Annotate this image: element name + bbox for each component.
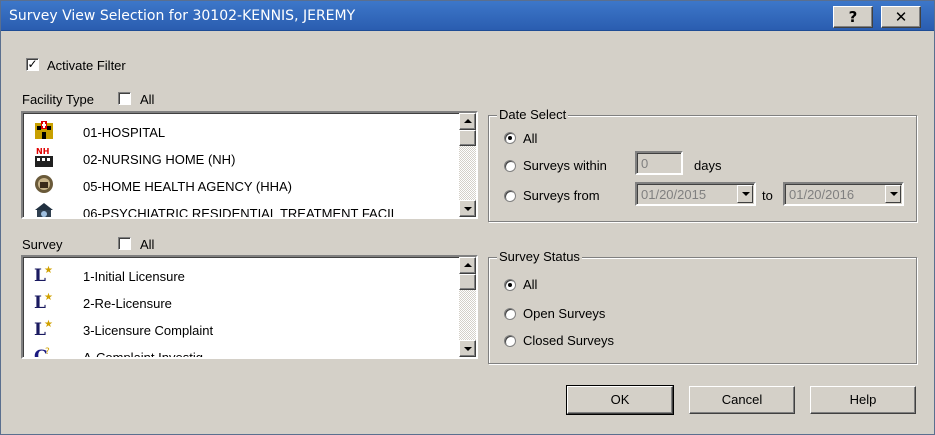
date-select-title: Date Select: [497, 107, 569, 122]
dialog-window: Survey View Selection for 30102-KENNIS, …: [0, 0, 935, 435]
open-surveys-label: Open Surveys: [523, 306, 606, 321]
survey-item-label: A-Complaint Investig.: [83, 350, 207, 359]
facility-type-list[interactable]: 01-HOSPITAL NH 02-NURSING HOME (NH) 05-H…: [21, 111, 478, 219]
hospital-icon: [35, 121, 53, 139]
home-health-icon: [35, 175, 53, 193]
days-label: days: [694, 158, 722, 173]
cancel-button[interactable]: Cancel: [689, 386, 795, 414]
licensure-icon: L ★: [34, 319, 53, 339]
survey-status-group: Survey Status All Open Surveys Closed Su…: [488, 249, 917, 364]
svg-text:?: ?: [45, 347, 50, 357]
to-label: to: [762, 188, 773, 203]
surveys-from-radio[interactable]: [504, 190, 516, 202]
nursing-home-icon: NH: [35, 147, 53, 167]
help-title-button[interactable]: ?: [833, 6, 873, 28]
list-item[interactable]: 06-PSYCHIATRIC RESIDENTIAL TREATMENT FAC…: [33, 200, 453, 219]
scroll-up-button[interactable]: [459, 257, 476, 274]
to-date-dropdown[interactable]: 01/20/2016: [783, 182, 904, 206]
activate-filter-checkbox[interactable]: ✓: [26, 58, 39, 71]
date-all-label: All: [523, 131, 538, 146]
closed-surveys-radio[interactable]: [504, 335, 516, 347]
survey-status-title: Survey Status: [497, 249, 582, 264]
facility-list-scrollbar[interactable]: [459, 113, 476, 217]
survey-item-label: 1-Initial Licensure: [83, 269, 185, 284]
facility-item-label: 02-NURSING HOME (NH): [83, 152, 236, 167]
svg-text:★: ★: [44, 319, 53, 330]
list-item[interactable]: L ★ 3-Licensure Complaint: [33, 317, 453, 345]
scroll-down-button[interactable]: [459, 200, 476, 217]
date-select-group: Date Select All Surveys within 0 days Su…: [488, 107, 917, 222]
facility-all-label: All: [140, 92, 155, 107]
facility-type-label: Facility Type: [22, 92, 95, 107]
survey-label: Survey: [22, 237, 63, 252]
close-button[interactable]: ✕: [881, 6, 921, 28]
svg-text:★: ★: [44, 265, 53, 276]
window-title: Survey View Selection for 30102-KENNIS, …: [9, 8, 356, 24]
survey-all-label: All: [140, 237, 155, 252]
chevron-down-icon[interactable]: [737, 185, 753, 203]
list-item[interactable]: C ? A-Complaint Investig.: [33, 344, 453, 359]
from-date-value: 01/20/2015: [641, 187, 707, 202]
facility-item-label: 06-PSYCHIATRIC RESIDENTIAL TREATMENT FAC…: [83, 206, 398, 219]
survey-list-scrollbar[interactable]: [459, 257, 476, 357]
facility-item-label: 01-HOSPITAL: [83, 125, 166, 140]
to-date-value: 01/20/2016: [789, 187, 855, 202]
closed-surveys-label: Closed Surveys: [523, 333, 615, 348]
facility-item-label: 05-HOME HEALTH AGENCY (HHA): [83, 179, 293, 194]
scroll-thumb[interactable]: [459, 274, 476, 290]
scroll-down-button[interactable]: [459, 340, 476, 357]
list-item[interactable]: 05-HOME HEALTH AGENCY (HHA): [33, 173, 453, 201]
status-all-label: All: [523, 277, 538, 292]
surveys-from-label: Surveys from: [523, 188, 600, 203]
psychiatric-icon: [35, 203, 53, 217]
help-button[interactable]: Help: [810, 386, 916, 414]
svg-text:★: ★: [44, 292, 53, 303]
svg-text:NH: NH: [36, 147, 49, 156]
facility-all-checkbox[interactable]: [118, 92, 131, 105]
survey-list[interactable]: L ★ 1-Initial Licensure L ★ 2-Re-Licensu…: [21, 255, 478, 359]
open-surveys-radio[interactable]: [504, 308, 516, 320]
licensure-icon: L ★: [34, 292, 53, 312]
list-item[interactable]: L ★ 2-Re-Licensure: [33, 290, 453, 318]
within-days-input[interactable]: 0: [635, 151, 683, 175]
from-date-dropdown[interactable]: 01/20/2015: [635, 182, 756, 206]
surveys-within-radio[interactable]: [504, 160, 516, 172]
scroll-thumb[interactable]: [459, 130, 476, 146]
title-bar[interactable]: Survey View Selection for 30102-KENNIS, …: [1, 1, 934, 31]
list-item[interactable]: 01-HOSPITAL: [33, 119, 453, 147]
survey-item-label: 3-Licensure Complaint: [83, 323, 214, 338]
survey-all-checkbox[interactable]: [118, 237, 131, 250]
list-item[interactable]: L ★ 1-Initial Licensure: [33, 263, 453, 291]
list-item[interactable]: NH 02-NURSING HOME (NH): [33, 146, 453, 174]
licensure-icon: L ★: [34, 265, 53, 285]
complaint-icon: C ?: [34, 347, 50, 357]
activate-filter-label: Activate Filter: [47, 58, 126, 73]
chevron-down-icon[interactable]: [885, 185, 901, 203]
ok-button[interactable]: OK: [566, 385, 674, 415]
surveys-within-label: Surveys within: [523, 158, 607, 173]
scroll-up-button[interactable]: [459, 113, 476, 130]
status-all-radio[interactable]: [504, 279, 516, 291]
date-all-radio[interactable]: [504, 132, 516, 144]
survey-item-label: 2-Re-Licensure: [83, 296, 172, 311]
